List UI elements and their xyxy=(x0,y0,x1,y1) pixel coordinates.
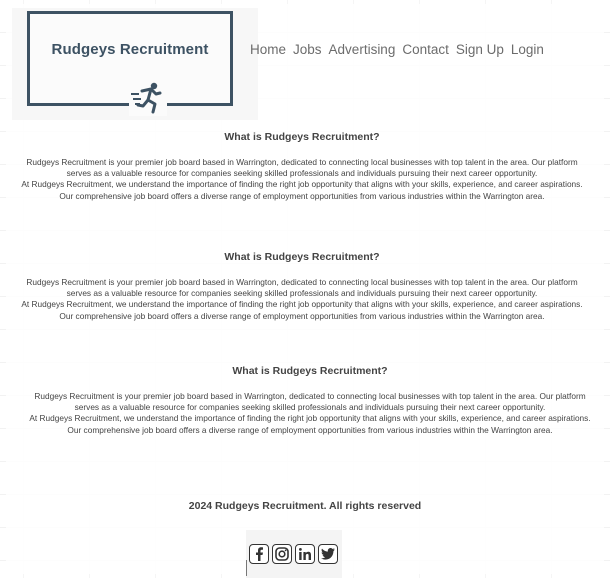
nav-sign-up[interactable]: Sign Up xyxy=(456,42,504,62)
nav-login[interactable]: Login xyxy=(511,42,544,62)
section-heading: What is Rudgeys Recruitment? xyxy=(232,365,388,377)
runner-icon xyxy=(129,80,167,116)
social-links xyxy=(246,530,342,578)
section-paragraph: At Rudgeys Recruitment, we understand th… xyxy=(21,179,583,201)
divider xyxy=(246,560,247,576)
about-section-1: What is Rudgeys Recruitment? Rudgeys Rec… xyxy=(3,131,601,202)
logo-link[interactable]: Rudgeys Recruitment xyxy=(12,8,258,120)
section-paragraph: Rudgeys Recruitment is your premier job … xyxy=(26,277,578,299)
section-paragraph: At Rudgeys Recruitment, we understand th… xyxy=(29,413,591,435)
section-paragraph: Rudgeys Recruitment is your premier job … xyxy=(34,391,586,413)
facebook-icon[interactable] xyxy=(249,544,269,564)
about-section-3: What is Rudgeys Recruitment? Rudgeys Rec… xyxy=(11,365,609,436)
nav-jobs[interactable]: Jobs xyxy=(293,42,322,62)
nav-advertising[interactable]: Advertising xyxy=(329,42,396,62)
site-header: Rudgeys Recruitment Home Jobs Advertisin… xyxy=(0,0,610,122)
main-nav: Home Jobs Advertising Contact Sign Up Lo… xyxy=(250,42,551,62)
nav-home[interactable]: Home xyxy=(250,42,286,62)
logo: Rudgeys Recruitment xyxy=(27,11,233,116)
instagram-icon[interactable] xyxy=(272,544,292,564)
section-paragraph: Rudgeys Recruitment is your premier job … xyxy=(26,157,578,179)
section-heading: What is Rudgeys Recruitment? xyxy=(224,131,380,143)
about-section-2: What is Rudgeys Recruitment? Rudgeys Rec… xyxy=(3,251,601,322)
section-paragraph: At Rudgeys Recruitment, we understand th… xyxy=(21,299,583,321)
twitter-icon[interactable] xyxy=(318,544,338,564)
nav-contact[interactable]: Contact xyxy=(402,42,449,62)
linkedin-icon[interactable] xyxy=(295,544,315,564)
section-heading: What is Rudgeys Recruitment? xyxy=(224,251,380,263)
footer-copyright: 2024 Rudgeys Recruitment. All rights res… xyxy=(188,500,422,512)
logo-text: Rudgeys Recruitment xyxy=(51,41,209,58)
